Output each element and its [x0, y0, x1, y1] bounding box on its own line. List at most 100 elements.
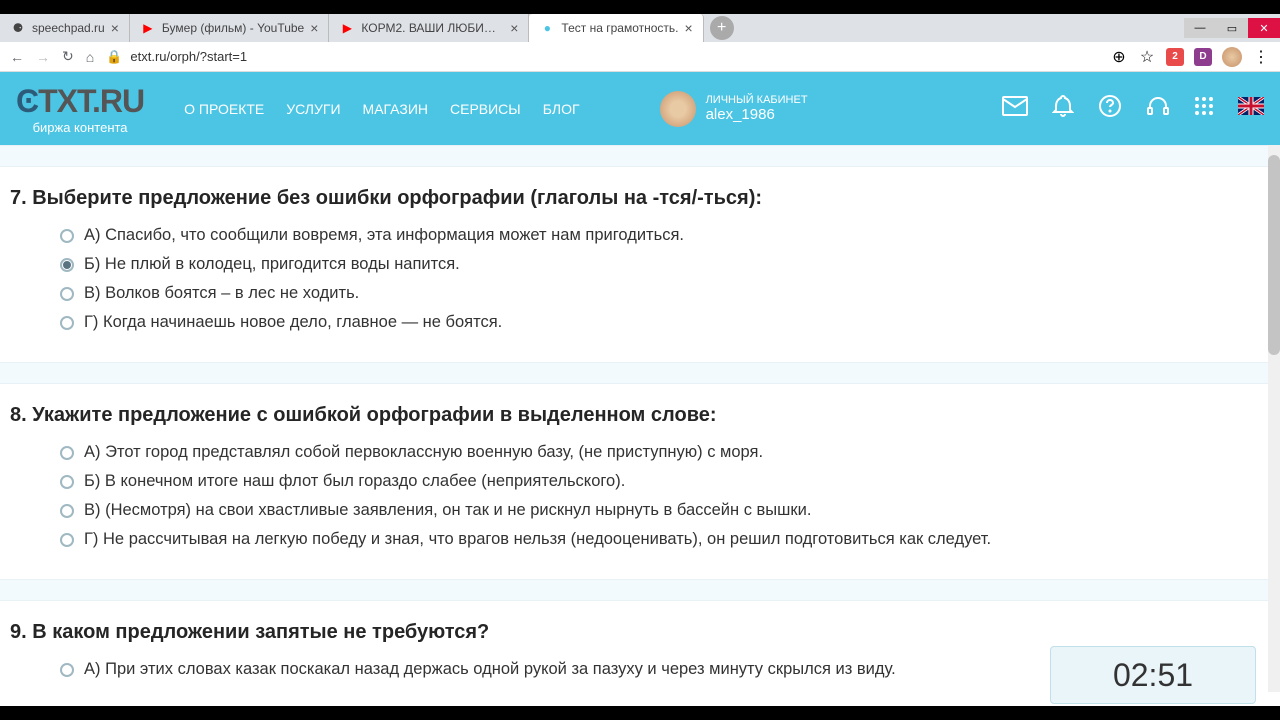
home-button[interactable]: ⌂ — [86, 49, 94, 65]
forward-button[interactable]: → — [36, 49, 50, 65]
tab-label: speechpad.ru — [32, 21, 105, 35]
separator — [0, 579, 1280, 601]
option-text: Г) Не рассчитывая на легкую победу и зна… — [84, 530, 991, 549]
url-input[interactable]: 🔒 etxt.ru/orph/?start=1 — [106, 49, 1098, 65]
zoom-icon[interactable]: ⊕ — [1110, 48, 1128, 66]
url-text: etxt.ru/orph/?start=1 — [130, 49, 247, 64]
radio-button[interactable] — [60, 287, 74, 301]
scrollbar-thumb[interactable] — [1268, 155, 1280, 355]
close-icon[interactable]: × — [510, 20, 518, 36]
question-title: 7. Выберите предложение без ошибки орфог… — [10, 187, 1270, 210]
tab-3[interactable]: ▶ КОРМ2. ВАШИ ЛЮБИМЫЕ НАС × — [329, 14, 529, 42]
option-text: А) При этих словах казак поскакал назад … — [84, 660, 896, 679]
site-icon: ● — [539, 20, 555, 36]
nav-about[interactable]: О ПРОЕКТЕ — [184, 101, 264, 117]
nav-services[interactable]: УСЛУГИ — [286, 101, 340, 117]
radio-button[interactable] — [60, 533, 74, 547]
tab-1[interactable]: ⚈ speechpad.ru × — [0, 14, 130, 42]
logo-subtitle: биржа контента — [33, 120, 128, 135]
options-list: А) Этот город представлял собой первокла… — [10, 443, 1270, 549]
radio-button[interactable] — [60, 475, 74, 489]
tab-label: КОРМ2. ВАШИ ЛЮБИМЫЕ НАС — [361, 21, 504, 35]
maximize-button[interactable]: ▭ — [1216, 18, 1248, 38]
radio-button[interactable] — [60, 316, 74, 330]
tab-4[interactable]: ● Тест на грамотность. × — [529, 14, 703, 42]
menu-icon[interactable]: ⋮ — [1252, 48, 1270, 66]
separator — [0, 145, 1280, 167]
nav-blog[interactable]: БЛОГ — [543, 101, 580, 117]
username: alex_1986 — [706, 106, 808, 123]
headset-icon[interactable] — [1146, 94, 1170, 123]
question-7: 7. Выберите предложение без ошибки орфог… — [0, 167, 1280, 362]
option-a[interactable]: А) Спасибо, что сообщили вовремя, эта ин… — [60, 226, 1270, 245]
question-8: 8. Укажите предложение с ошибкой орфогра… — [0, 384, 1280, 579]
user-block[interactable]: ЛИЧНЫЙ КАБИНЕТ alex_1986 — [660, 91, 808, 127]
star-icon[interactable]: ☆ — [1138, 48, 1156, 66]
option-a[interactable]: А) Этот город представлял собой первокла… — [60, 443, 1270, 462]
content-area: 7. Выберите предложение без ошибки орфог… — [0, 145, 1280, 706]
tab-label: Тест на грамотность. — [561, 21, 678, 35]
extension-icons: ⊕ ☆ 2 D ⋮ — [1110, 47, 1270, 67]
options-list: А) Спасибо, что сообщили вовремя, эта ин… — [10, 226, 1270, 332]
option-text: Б) В конечном итоге наш флот был гораздо… — [84, 472, 625, 491]
option-text: Б) Не плюй в колодец, пригодится воды на… — [84, 255, 460, 274]
minimize-button[interactable]: — — [1184, 18, 1216, 38]
option-text: В) (Несмотря) на свои хвастливые заявлен… — [84, 501, 811, 520]
address-bar: ← → ↻ ⌂ 🔒 etxt.ru/orph/?start=1 ⊕ ☆ 2 D … — [0, 42, 1280, 72]
option-text: Г) Когда начинаешь новое дело, главное —… — [84, 313, 502, 332]
option-text: А) Этот город представлял собой первокла… — [84, 443, 763, 462]
account-label: ЛИЧНЫЙ КАБИНЕТ — [706, 94, 808, 106]
timer-value: 02:51 — [1113, 657, 1193, 694]
user-info: ЛИЧНЫЙ КАБИНЕТ alex_1986 — [706, 94, 808, 123]
logo-text: ϾTXT.RU — [16, 83, 144, 120]
tab-label: Бумер (фильм) - YouTube — [162, 21, 304, 35]
radio-button[interactable] — [60, 229, 74, 243]
header-icons — [1002, 94, 1264, 123]
question-title: 9. В каком предложении запятые не требую… — [10, 621, 1270, 644]
radio-button[interactable] — [60, 258, 74, 272]
timer: 02:51 — [1050, 646, 1256, 704]
site-header: ϾTXT.RU биржа контента О ПРОЕКТЕ УСЛУГИ … — [0, 72, 1280, 145]
reload-button[interactable]: ↻ — [62, 48, 74, 65]
new-tab-button[interactable]: + — [710, 16, 734, 40]
logo[interactable]: ϾTXT.RU биржа контента — [16, 83, 144, 135]
option-c[interactable]: В) Волков боятся – в лес не ходить. — [60, 284, 1270, 303]
favicon-icon: ⚈ — [10, 20, 26, 36]
main-nav: О ПРОЕКТЕ УСЛУГИ МАГАЗИН СЕРВИСЫ БЛОГ — [184, 101, 579, 117]
nav-store[interactable]: МАГАЗИН — [363, 101, 428, 117]
option-b[interactable]: Б) Не плюй в колодец, пригодится воды на… — [60, 255, 1270, 274]
separator — [0, 362, 1280, 384]
close-icon[interactable]: × — [310, 20, 318, 36]
tab-2[interactable]: ▶ Бумер (фильм) - YouTube × — [130, 14, 330, 42]
ext-badge-2[interactable]: D — [1194, 48, 1212, 66]
question-title: 8. Укажите предложение с ошибкой орфогра… — [10, 404, 1270, 427]
mail-icon[interactable] — [1002, 96, 1028, 121]
apps-icon[interactable] — [1194, 96, 1214, 121]
youtube-icon: ▶ — [339, 20, 355, 36]
close-window-button[interactable]: ✕ — [1248, 18, 1280, 38]
youtube-icon: ▶ — [140, 20, 156, 36]
nav-tools[interactable]: СЕРВИСЫ — [450, 101, 521, 117]
radio-button[interactable] — [60, 504, 74, 518]
language-flag[interactable] — [1238, 97, 1264, 120]
bell-icon[interactable] — [1052, 94, 1074, 123]
lock-icon: 🔒 — [106, 49, 122, 65]
scrollbar[interactable] — [1268, 145, 1280, 692]
back-button[interactable]: ← — [10, 49, 24, 65]
option-c[interactable]: В) (Несмотря) на свои хвастливые заявлен… — [60, 501, 1270, 520]
close-icon[interactable]: × — [111, 20, 119, 36]
ext-badge-1[interactable]: 2 — [1166, 48, 1184, 66]
option-text: А) Спасибо, что сообщили вовремя, эта ин… — [84, 226, 684, 245]
option-text: В) Волков боятся – в лес не ходить. — [84, 284, 359, 303]
option-d[interactable]: Г) Не рассчитывая на легкую победу и зна… — [60, 530, 1270, 549]
close-icon[interactable]: × — [684, 20, 692, 36]
radio-button[interactable] — [60, 446, 74, 460]
option-d[interactable]: Г) Когда начинаешь новое дело, главное —… — [60, 313, 1270, 332]
radio-button[interactable] — [60, 663, 74, 677]
browser-tabs: ⚈ speechpad.ru × ▶ Бумер (фильм) - YouTu… — [0, 14, 1280, 42]
window-controls: — ▭ ✕ — [1184, 18, 1280, 38]
help-icon[interactable] — [1098, 94, 1122, 123]
option-b[interactable]: Б) В конечном итоге наш флот был гораздо… — [60, 472, 1270, 491]
profile-avatar[interactable] — [1222, 47, 1242, 67]
user-avatar — [660, 91, 696, 127]
